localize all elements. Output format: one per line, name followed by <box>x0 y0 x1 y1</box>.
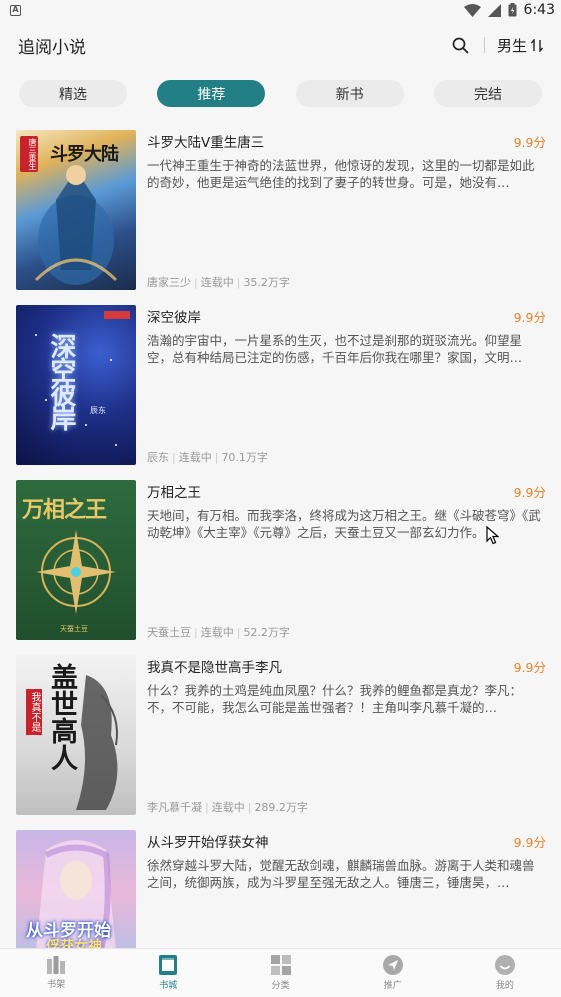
nav-label: 书架 <box>47 980 66 990</box>
book-author: 李凡慕千凝 <box>147 801 202 814</box>
book-score: 9.9分 <box>513 309 546 325</box>
nav-label: 推广 <box>383 981 402 991</box>
book-cover: 万相之王 天蚕土豆 <box>16 480 136 640</box>
clock: 6:43 <box>523 2 555 18</box>
book-item[interactable]: 斗罗大陆 唐三重生 斗罗大陆V重生唐三 9.9分 一代神王重生于神奇的法蓝世界，… <box>0 130 561 305</box>
nav-promote[interactable]: 推广 <box>337 949 449 997</box>
book-item[interactable]: 万相之王 天蚕土豆 万相之王 9.9分 天地间，有万相。而我李洛，终将成为这万相… <box>0 480 561 655</box>
battery-icon <box>508 3 517 17</box>
book-cover: 斗罗大陆 唐三重生 <box>16 130 136 290</box>
nav-book-store[interactable]: 书城 <box>112 949 224 997</box>
book-status: 连载中 <box>211 801 245 814</box>
mouse-cursor-icon <box>486 526 499 545</box>
divider <box>483 37 485 53</box>
app-bar: 追阅小说 男生 <box>0 20 561 70</box>
book-description: 浩瀚的宇宙中，一片星系的生灭，也不过是刹那的斑驳流光。仰望星空，总有种结局已注定… <box>147 333 523 365</box>
swap-icon <box>531 38 543 52</box>
book-word-count: 70.1万字 <box>221 451 268 464</box>
book-cover: 盖世高人 我真不是 <box>16 655 136 815</box>
nav-bookshelf[interactable]: 书架 <box>0 949 112 997</box>
book-description: 徐然穿越斗罗大陆，觉醒无敌剑魂，麒麟瑞兽血脉。游离于人类和魂兽之间，统御两族，成… <box>147 858 535 890</box>
book-status: 连载中 <box>200 276 234 289</box>
cover-title: 盖世高人 <box>46 663 77 771</box>
cover-badge: 俘获女神 <box>46 939 102 948</box>
book-word-count: 52.2万字 <box>243 626 290 639</box>
tab-featured[interactable]: 精选 <box>19 80 127 107</box>
tab-recommended[interactable]: 推荐 <box>157 80 266 107</box>
gender-label: 男生 <box>496 36 527 55</box>
cover-title: 万相之王 <box>22 498 107 523</box>
nav-category[interactable]: 分类 <box>224 949 336 997</box>
category-tabs: 精选 推荐 新书 完结 <box>0 70 561 120</box>
cover-badge: 我真不是 <box>26 689 42 735</box>
tab-completed[interactable]: 完结 <box>433 80 542 107</box>
book-meta: 李凡慕千凝 | 连载中 | 289.2万字 <box>147 801 308 814</box>
cover-title: 深空彼岸 <box>46 333 76 429</box>
book-meta: 辰东 | 连载中 | 70.1万字 <box>147 451 268 464</box>
book-score: 9.9分 <box>513 484 546 500</box>
book-cover: 从斗罗开始 俘获女神 <box>16 830 136 948</box>
bookshelf-icon <box>47 956 66 974</box>
app-notification-icon: A <box>10 4 21 16</box>
book-score: 9.9分 <box>513 659 546 675</box>
nav-label: 分类 <box>271 981 290 991</box>
book-meta: 天蚕土豆 | 连载中 | 52.2万字 <box>147 626 290 639</box>
book-title: 从斗罗开始俘获女神 <box>147 835 269 851</box>
book-title: 我真不是隐世高手李凡 <box>147 660 282 676</box>
book-meta: 唐家三少 | 连载中 | 35.2万字 <box>147 276 290 289</box>
book-item[interactable]: 深空彼岸 辰东 深空彼岸 9.9分 浩瀚的宇宙中，一片星系的生灭，也不过是刹那的… <box>0 305 561 480</box>
book-author: 天蚕土豆 <box>147 626 191 639</box>
profile-icon <box>494 955 515 975</box>
gender-switch-button[interactable]: 男生 <box>497 35 543 56</box>
book-description: 什么？我养的土鸡是纯血凤凰？什么？我养的鲤鱼都是真龙？李凡：不，不可能，我怎么可… <box>147 683 523 715</box>
book-title: 万相之王 <box>147 485 201 501</box>
book-title: 深空彼岸 <box>147 310 201 326</box>
book-title: 斗罗大陆V重生唐三 <box>147 135 265 151</box>
status-bar: A 6:43 <box>0 0 561 20</box>
nav-label: 我的 <box>495 981 514 991</box>
nav-profile[interactable]: 我的 <box>449 949 561 997</box>
book-author: 唐家三少 <box>147 276 191 289</box>
search-icon[interactable] <box>450 34 472 56</box>
book-score: 9.9分 <box>513 134 546 150</box>
book-list: 斗罗大陆 唐三重生 斗罗大陆V重生唐三 9.9分 一代神王重生于神奇的法蓝世界，… <box>0 130 561 948</box>
book-description: 一代神王重生于神奇的法蓝世界，他惊讶的发现，这里的一切都是如此的奇妙，他更是运气… <box>147 158 535 190</box>
book-item[interactable]: 盖世高人 我真不是 我真不是隐世高手李凡 9.9分 什么？我养的土鸡是纯血凤凰？… <box>0 655 561 830</box>
cover-badge: 辰东 <box>90 406 106 415</box>
nav-label: 书城 <box>159 981 178 991</box>
book-item[interactable]: 从斗罗开始 俘获女神 从斗罗开始俘获女神 9.9分 徐然穿越斗罗大陆，觉醒无敌剑… <box>0 830 561 948</box>
book-status: 连载中 <box>178 451 212 464</box>
book-status: 连载中 <box>200 626 234 639</box>
promote-icon <box>382 955 403 975</box>
tab-new-books[interactable]: 新书 <box>295 80 404 107</box>
book-word-count: 289.2万字 <box>254 801 308 814</box>
book-score: 9.9分 <box>513 834 546 850</box>
bottom-navigation: 书架 书城 分类 推广 我的 <box>0 948 561 997</box>
book-store-icon <box>159 955 178 975</box>
signal-icon <box>487 3 501 17</box>
book-word-count: 35.2万字 <box>243 276 290 289</box>
cover-title: 斗罗大陆 <box>50 144 119 165</box>
book-cover: 深空彼岸 辰东 <box>16 305 136 465</box>
book-author: 辰东 <box>147 451 169 464</box>
wifi-icon <box>463 3 481 17</box>
cover-badge: 天蚕土豆 <box>60 625 88 633</box>
category-icon <box>270 955 291 975</box>
cover-badge: 唐三重生 <box>20 136 38 172</box>
app-title: 追阅小说 <box>18 37 86 58</box>
